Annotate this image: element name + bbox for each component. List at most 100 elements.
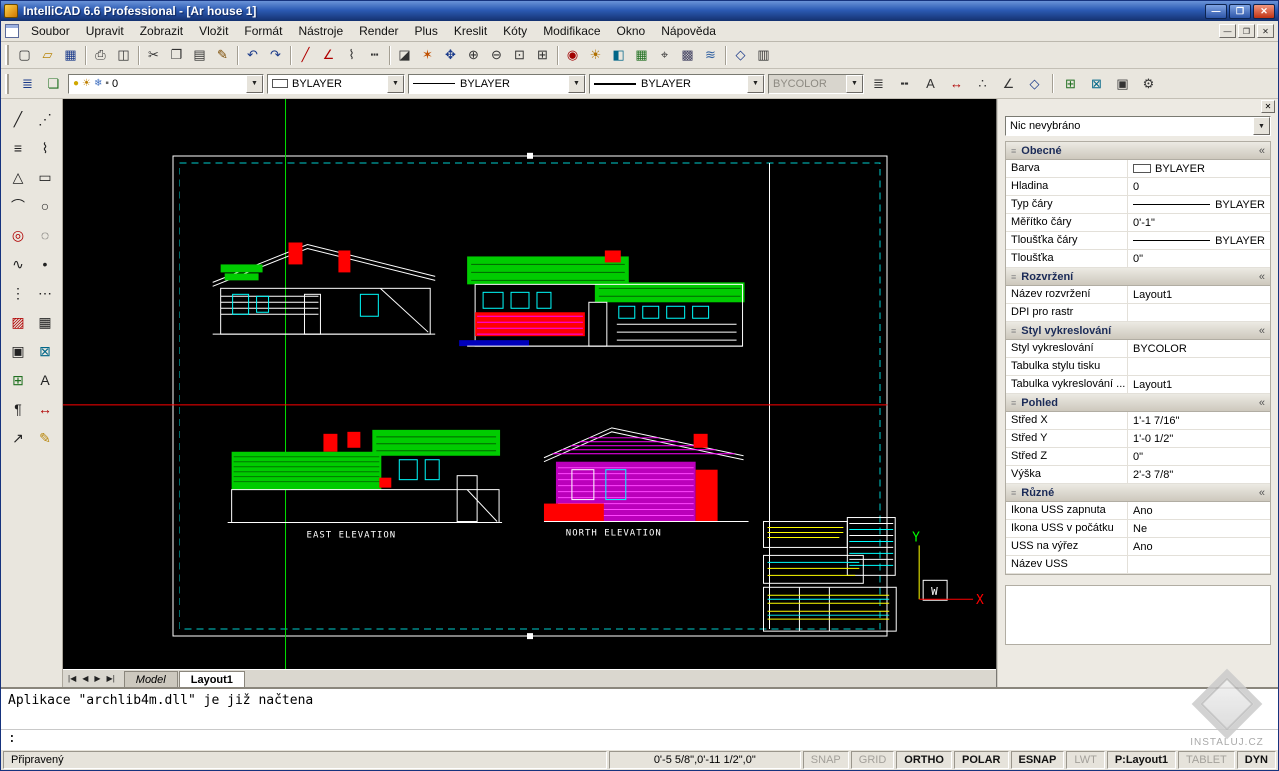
zoom-realtime-icon[interactable]: ⊕ [462, 44, 485, 67]
toggle-polar[interactable]: POLAR [954, 751, 1009, 769]
explode-icon[interactable]: ✶ [416, 44, 439, 67]
prop-row-typ-ry[interactable]: Typ čáryBYLAYER [1006, 196, 1270, 214]
ellipse-icon[interactable]: ◌ [32, 221, 58, 249]
toolbar-icon[interactable] [554, 44, 561, 67]
toggle-tablet[interactable]: TABLET [1178, 751, 1235, 769]
toolbar-icon[interactable] [1049, 72, 1056, 95]
prop-value[interactable]: 0 [1128, 178, 1270, 195]
toolbar-icon[interactable] [722, 44, 729, 67]
scenes-icon[interactable]: ▦ [630, 44, 653, 67]
section-header-styl-vykreslov-n-[interactable]: ≡Styl vykreslování« [1006, 322, 1270, 340]
toolbar-grip[interactable] [5, 74, 9, 94]
section-header-rozvr-en-[interactable]: ≡Rozvržení« [1006, 268, 1270, 286]
menu-nastroje[interactable]: Nástroje [290, 22, 351, 40]
leader-icon[interactable]: ↗ [5, 424, 31, 452]
prop-row-n-zev-rozvr-en-[interactable]: Název rozvrženíLayout1 [1006, 286, 1270, 304]
line-icon[interactable]: ╱ [294, 44, 317, 67]
prop-value[interactable]: Layout1 [1128, 286, 1270, 303]
prop-row-v-ka[interactable]: Výška2'-3 7/8" [1006, 466, 1270, 484]
prop-row-st-ed-y[interactable]: Střed Y1'-0 1/2" [1006, 430, 1270, 448]
panel-close-icon[interactable]: ✕ [1261, 100, 1275, 113]
toggle-ortho[interactable]: ORTHO [896, 751, 952, 769]
drawing-canvas[interactable]: EAST ELEVATION [63, 99, 996, 669]
dimension-icon[interactable]: ↔ [32, 395, 58, 423]
explore-linetypes-icon[interactable]: ╍ [893, 72, 916, 95]
divide-icon[interactable]: ⋮ [5, 279, 31, 307]
insert-block-icon[interactable]: ⊠ [1085, 72, 1108, 95]
polyline-icon[interactable]: ⌇ [32, 134, 58, 162]
collapse-chevron-icon[interactable]: « [1259, 325, 1265, 337]
tab-layout1[interactable]: Layout1 [179, 671, 245, 687]
layers-dialog-icon[interactable]: ≣ [16, 72, 39, 95]
point-icon[interactable]: • [32, 250, 58, 278]
linetype-select[interactable]: BYLAYER ▼ [408, 74, 586, 94]
polygon-icon[interactable]: △ [5, 163, 31, 191]
prop-row-hladina[interactable]: Hladina0 [1006, 178, 1270, 196]
layer-select[interactable]: ● ☀ ❄ ▪ 0 ▼ [68, 74, 264, 94]
lineweight-select[interactable]: BYLAYER ▼ [589, 74, 765, 94]
prop-row-ikona-uss-v-po-tku[interactable]: Ikona USS v počátkuNe [1006, 520, 1270, 538]
dimension-style-icon[interactable]: ↔ [945, 72, 968, 95]
title-bar[interactable]: IntelliCAD 6.6 Professional - [Ar house … [1, 1, 1278, 21]
menu-soubor[interactable]: Soubor [23, 22, 78, 40]
zoom-extents-icon[interactable]: ⊞ [531, 44, 554, 67]
make-block-icon[interactable]: ⊞ [1059, 72, 1082, 95]
toolbar-icon[interactable] [386, 44, 393, 67]
measure-icon[interactable]: ⋯ [32, 279, 58, 307]
prop-value[interactable]: BYLAYER [1128, 232, 1270, 249]
linetype-icon[interactable]: ┅ [363, 44, 386, 67]
prop-value[interactable]: 2'-3 7/8" [1128, 466, 1270, 483]
lights-icon[interactable]: ☀ [584, 44, 607, 67]
toolbar-icon[interactable] [135, 44, 142, 67]
redo-icon[interactable]: ↷ [264, 44, 287, 67]
prop-value[interactable]: 1'-1 7/16" [1128, 412, 1270, 429]
hatch-icon[interactable]: ▨ [5, 308, 31, 336]
copy-icon[interactable]: ❐ [165, 44, 188, 67]
line-icon[interactable]: ╱ [5, 105, 31, 133]
print-icon[interactable]: ⎙ [89, 44, 112, 67]
toolbar-grip[interactable] [5, 45, 9, 65]
prop-value[interactable]: BYCOLOR [1128, 340, 1270, 357]
dropdown-arrow-icon[interactable]: ▼ [747, 75, 764, 93]
drawing-canvas-svg[interactable]: EAST ELEVATION [63, 99, 996, 669]
menu-napoveda[interactable]: Nápověda [653, 22, 724, 40]
prop-value[interactable]: Layout1 [1128, 376, 1270, 393]
dropdown-arrow-icon[interactable]: ▼ [568, 75, 585, 93]
selection-filter-select[interactable]: Nic nevybráno ▼ [1005, 116, 1271, 136]
prop-row-n-zev-uss[interactable]: Název USS [1006, 556, 1270, 574]
menu-zobrazit[interactable]: Zobrazit [132, 22, 191, 40]
undo-icon[interactable]: ↶ [241, 44, 264, 67]
toggle-lwt[interactable]: LWT [1066, 751, 1104, 769]
polyline-edit-icon[interactable]: ⌇ [340, 44, 363, 67]
toolbox-icon[interactable]: ▥ [752, 44, 775, 67]
multiline-icon[interactable]: ≡ [5, 134, 31, 162]
zoom-out-icon[interactable]: ⊖ [485, 44, 508, 67]
new-icon[interactable]: ▢ [13, 44, 36, 67]
toggle-grid[interactable]: GRID [851, 751, 895, 769]
prop-row-tlou-ka-ry[interactable]: Tloušťka čáryBYLAYER [1006, 232, 1270, 250]
prop-value[interactable]: Ano [1128, 538, 1270, 555]
paste-icon[interactable]: ▤ [188, 44, 211, 67]
prop-value[interactable]: BYLAYER [1128, 160, 1270, 177]
collapse-chevron-icon[interactable]: « [1259, 271, 1265, 283]
toggle-dyn[interactable]: DYN [1237, 751, 1276, 769]
mdi-minimize-button[interactable]: — [1219, 24, 1236, 38]
construction-line-icon[interactable]: ⋰ [32, 105, 58, 133]
command-prompt-input[interactable]: : [1, 729, 1278, 749]
minimize-button[interactable]: — [1205, 4, 1227, 19]
command-window[interactable]: Aplikace "archlib4m.dll" je již načtena … [1, 687, 1278, 749]
dropdown-arrow-icon[interactable]: ▼ [246, 75, 263, 93]
open-icon[interactable]: ▱ [36, 44, 59, 67]
prop-value[interactable]: 0" [1128, 250, 1270, 267]
erase-icon[interactable]: ◪ [393, 44, 416, 67]
prop-value[interactable] [1128, 358, 1270, 375]
prop-row-st-ed-z[interactable]: Střed Z0" [1006, 448, 1270, 466]
close-button[interactable]: ✕ [1253, 4, 1275, 19]
prop-row-barva[interactable]: BarvaBYLAYER [1006, 160, 1270, 178]
snap-settings-icon[interactable]: ◇ [1023, 72, 1046, 95]
tab-next-icon[interactable]: ▶ [91, 674, 103, 683]
prop-row-m-tko-ry[interactable]: Měřítko čáry0'-1" [1006, 214, 1270, 232]
prop-row-dpi-pro-rastr[interactable]: DPI pro rastr [1006, 304, 1270, 322]
text-icon[interactable]: A [32, 366, 58, 394]
menu-koty[interactable]: Kóty [495, 22, 535, 40]
